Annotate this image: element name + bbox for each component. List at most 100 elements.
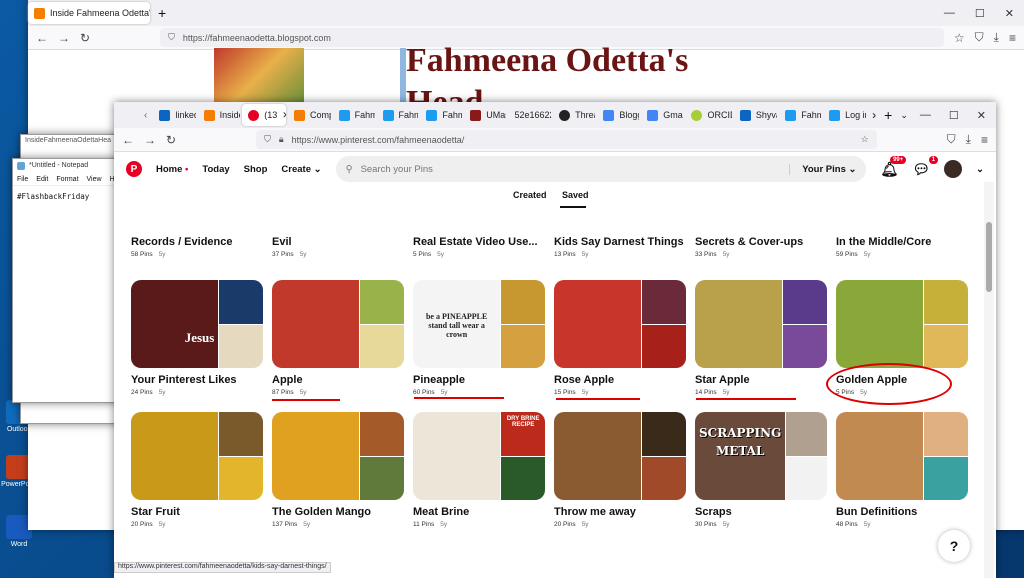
board-cover[interactable] [836,280,968,368]
download-icon[interactable]: ⤓ [994,30,999,45]
maximize-button[interactable]: ☐ [975,7,985,20]
board-card[interactable]: Evil 37 Pins 5y [272,236,404,258]
board-name[interactable]: Scraps [695,506,827,518]
board-card[interactable]: SCRAPPING METAL Scraps 30 Pins 5y [695,412,827,528]
board-name[interactable]: Apple [272,374,404,386]
tab[interactable]: Gmail [641,104,683,126]
forward-icon[interactable]: → [58,31,70,45]
pocket-icon[interactable]: ⛉ [975,30,984,45]
board-name[interactable]: Star Apple [695,374,827,386]
board-card[interactable]: Apple 87 Pins 5y [272,280,404,396]
board-card[interactable]: The Golden Mango 137 Pins 5y [272,412,404,528]
tab[interactable]: Inside [198,104,240,126]
board-name[interactable]: Pineapple [413,374,545,386]
bell-icon[interactable]: 🔔︎ 99+ [880,155,907,178]
tab[interactable]: linked [153,104,196,126]
address-bar[interactable]: ⛉ 🔒︎ https://www.pinterest.com/fahmeenaode… [256,130,877,149]
board-card[interactable]: Throw me away 20 Pins 5y [554,412,686,528]
board-card[interactable]: Rose Apple 15 Pins 5y [554,280,686,396]
board-card[interactable]: DRY BRINE RECIPE Meat Brine 11 Pins 5y [413,412,545,528]
board-cover[interactable] [836,412,968,500]
bg-tab[interactable]: Inside Fahmeena Odetta's Head✕ [28,2,150,24]
star-icon[interactable]: ☆ [861,134,869,145]
new-tab-button[interactable]: + [158,5,166,21]
tab-created[interactable]: Created [513,190,547,200]
new-tab-button[interactable]: + [884,107,892,123]
minimize-button[interactable]: — [944,7,955,20]
back-icon[interactable]: ← [36,31,48,45]
menu-icon[interactable]: ≡ [981,133,988,147]
board-name[interactable]: In the Middle/Core [836,236,968,248]
tab[interactable]: Blogg [597,104,639,126]
board-card[interactable]: Jesus Your Pinterest Likes 24 Pins 5y [131,280,263,396]
scrollbar-thumb[interactable] [986,222,992,292]
board-card[interactable]: Kids Say Darnest Things 13 Pins 5y [554,236,686,258]
board-name[interactable]: Bun Definitions [836,506,968,518]
board-name[interactable]: Rose Apple [554,374,686,386]
menu-file[interactable]: File [17,176,28,183]
board-cover[interactable] [131,412,263,500]
scrollbar[interactable] [984,182,994,578]
download-icon[interactable]: ⤓ [966,132,971,147]
board-name[interactable]: Evil [272,236,404,248]
board-cover[interactable]: Jesus [131,280,263,368]
pinterest-browser-window[interactable]: ‹ linked Inside (13✕ Comp Fahm Fahm Fahm… [114,102,996,578]
pinterest-logo-icon[interactable]: P [126,161,142,177]
your-pins-filter[interactable]: Your Pins ⌄ [789,163,856,175]
board-cover[interactable]: SCRAPPING METAL [695,412,827,500]
board-cover[interactable]: DRY BRINE RECIPE [413,412,545,500]
board-name[interactable]: Secrets & Cover-ups [695,236,827,248]
notepad-text[interactable]: #FlashbackFriday [13,186,121,207]
close-button[interactable]: ✕ [977,109,986,122]
board-name[interactable]: The Golden Mango [272,506,404,518]
board-cover[interactable] [272,280,404,368]
pocket-icon[interactable]: ⛉ [947,132,956,147]
nav-create[interactable]: Create ⌄ [281,164,321,175]
forward-icon[interactable]: → [144,133,156,147]
tab[interactable]: Fahm [420,104,462,126]
board-cover[interactable] [272,412,404,500]
board-cover[interactable] [554,412,686,500]
reload-icon[interactable]: ↻ [166,133,176,147]
board-name[interactable]: Records / Evidence [131,236,263,248]
messages-icon[interactable]: 💬︎ 1 [912,155,939,178]
board-cover[interactable]: be a PINEAPPLE stand tall wear a crown [413,280,545,368]
star-icon[interactable]: ☆ [954,31,965,45]
board-cover[interactable] [554,280,686,368]
notepad-window[interactable]: *Untitled - Notepad FileEditFormatViewHe… [12,158,122,403]
menu-icon[interactable]: ≡ [1009,31,1016,45]
close-icon[interactable]: ✕ [282,110,286,121]
tab[interactable]: Log in [823,104,866,126]
board-card[interactable]: Star Fruit 20 Pins 5y [131,412,263,528]
board-name[interactable]: Real Estate Video Use... [413,236,545,248]
board-card[interactable]: Secrets & Cover-ups 33 Pins 5y [695,236,827,258]
board-name[interactable]: Your Pinterest Likes [131,374,263,386]
board-card[interactable]: Records / Evidence 58 Pins 5y [131,236,263,258]
menu-view[interactable]: View [87,176,102,183]
tab-list-icon[interactable]: ⌄ [900,110,908,121]
tab[interactable]: Threa [553,104,595,126]
tab[interactable]: Shyva [734,104,777,126]
board-name[interactable]: Star Fruit [131,506,263,518]
help-button[interactable]: ? [938,530,970,562]
tab[interactable]: ORCID [685,104,732,126]
menu-format[interactable]: Format [56,176,78,183]
reload-icon[interactable]: ↻ [80,31,90,45]
board-card[interactable]: Star Apple 14 Pins 5y [695,280,827,396]
nav-today[interactable]: Today [202,164,229,175]
tab[interactable]: Fahm [333,104,375,126]
nav-home[interactable]: Home • [156,164,188,175]
board-card[interactable]: Real Estate Video Use... 5 Pins 5y [413,236,545,258]
tab[interactable]: Comp [288,104,331,126]
tab[interactable]: Fahm [377,104,418,126]
board-cover[interactable] [695,280,827,368]
tab-active-pinterest[interactable]: (13 ✕ [242,104,287,126]
tab-scroll-right-icon[interactable]: › [872,108,876,122]
chevron-down-icon[interactable]: ⌄ [976,164,984,175]
tab[interactable]: UMas [464,104,506,126]
board-name[interactable]: Throw me away [554,506,686,518]
back-icon[interactable]: ← [122,133,134,147]
board-name[interactable]: Meat Brine [413,506,545,518]
search-input[interactable]: ⚲ Search your Pins Your Pins ⌄ [335,156,867,182]
nav-shop[interactable]: Shop [244,164,268,175]
